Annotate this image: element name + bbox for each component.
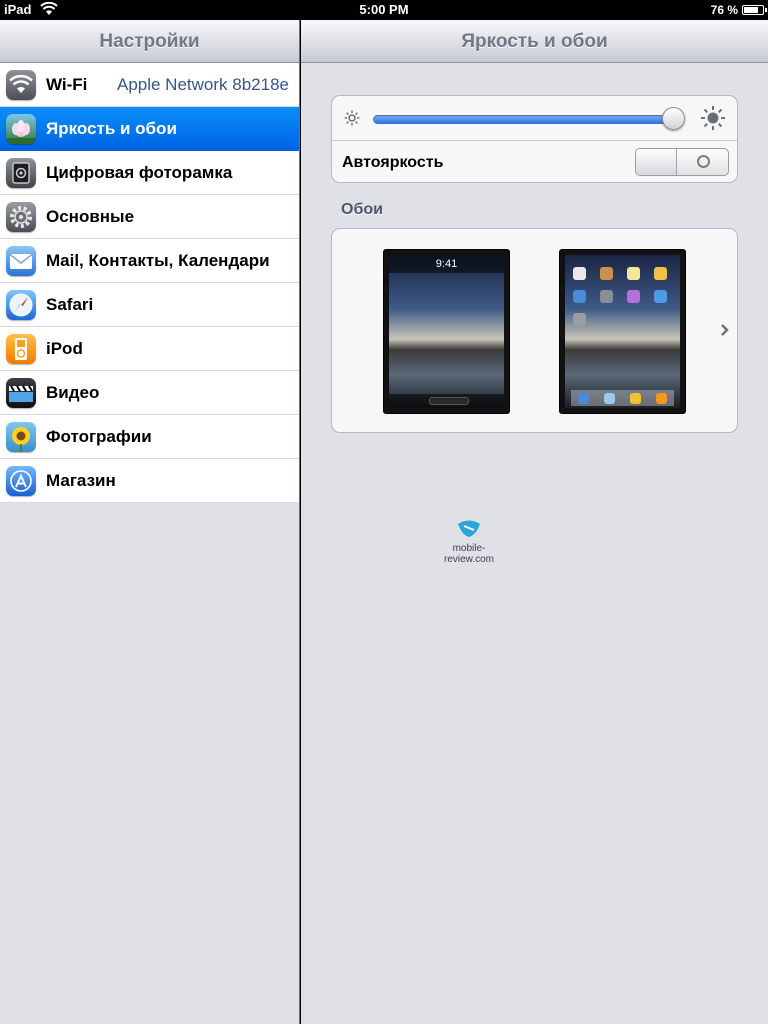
settings-menu: Wi-Fi Apple Network 8b218e Яркость и обо… (0, 63, 299, 503)
sun-small-icon (344, 110, 360, 126)
sidebar-item-picture-frame[interactable]: Цифровая фоторамка (0, 151, 299, 195)
sidebar-item-safari[interactable]: Safari (0, 283, 299, 327)
sidebar-item-label: iPod (46, 338, 83, 358)
wifi-icon (6, 69, 36, 100)
battery-percent: 76 % (710, 3, 738, 17)
safari-compass-icon (6, 289, 36, 320)
photos-dock-icon (629, 392, 641, 404)
sidebar-item-wifi[interactable]: Wi-Fi Apple Network 8b218e (0, 63, 299, 107)
home-screen-app-grid (573, 267, 667, 326)
contacts-app-icon (600, 267, 613, 280)
youtube-app-icon (600, 290, 613, 303)
sidebar-item-label: Фотографии (46, 426, 152, 446)
home-screen-wallpaper (565, 255, 680, 408)
sidebar-item-photos[interactable]: Фотографии (0, 415, 299, 459)
sidebar-item-general[interactable]: Основные (0, 195, 299, 239)
lock-screen-preview[interactable]: 9:41 (383, 249, 510, 414)
home-screen-dock (571, 390, 674, 406)
mail-dock-icon (604, 392, 616, 404)
toggle-knob (636, 149, 677, 175)
sidebar-item-label: Mail, Контакты, Календари (46, 250, 270, 270)
itunes-app-icon (627, 290, 640, 303)
lock-screen-slider-bar (389, 394, 504, 408)
settings-app-icon (573, 313, 586, 326)
home-screen-preview[interactable] (559, 249, 686, 414)
picture-frame-icon (6, 157, 36, 188)
app-store-icon (6, 465, 36, 496)
brightness-wallpaper-icon (6, 113, 36, 144)
sidebar-item-label: Wi-Fi (46, 74, 88, 94)
gear-icon (6, 201, 36, 232)
toggle-off-icon (697, 155, 710, 168)
app-store-app-icon (654, 290, 667, 303)
sidebar-item-label: Видео (46, 382, 100, 402)
sidebar-item-video[interactable]: Видео (0, 371, 299, 415)
auto-brightness-label: Автояркость (342, 154, 444, 171)
ipod-dock-icon (655, 392, 667, 404)
detail-title: Яркость и обои (301, 20, 768, 63)
sidebar-item-label: Safari (46, 294, 94, 314)
sun-large-icon (701, 106, 725, 130)
sidebar-item-ipod[interactable]: iPod (0, 327, 299, 371)
safari-dock-icon (578, 392, 590, 404)
sidebar-item-mail[interactable]: Mail, Контакты, Календари (0, 239, 299, 283)
brightness-group: Автояркость (331, 95, 738, 183)
sidebar-item-label: Цифровая фоторамка (46, 162, 233, 182)
mobile-review-logo-icon (458, 520, 480, 537)
sidebar-item-label: Основные (46, 206, 135, 226)
auto-brightness-toggle[interactable] (635, 148, 729, 176)
wallpaper-section-title: Обои (341, 201, 383, 218)
battery-fill (744, 7, 758, 13)
brightness-row (332, 96, 737, 140)
unlock-slider-icon (429, 397, 469, 405)
auto-brightness-row: Автояркость (332, 140, 737, 184)
videos-app-icon (573, 290, 586, 303)
notes-app-icon (627, 267, 640, 280)
mail-icon (6, 245, 36, 276)
detail-pane: Яркость и обои Автояркость Обои 9:41 mob… (301, 20, 768, 1024)
sidebar-item-label: Яркость и обои (46, 118, 177, 138)
status-time: 5:00 PM (359, 2, 409, 17)
lock-screen-wallpaper: 9:41 (389, 255, 504, 408)
status-bar: iPad 5:00 PM 76 % (0, 0, 768, 20)
sidebar-item-label: Магазин (46, 470, 116, 490)
maps-app-icon (654, 267, 667, 280)
brightness-slider-thumb[interactable] (662, 107, 685, 130)
sunflower-icon (6, 421, 36, 452)
sidebar-item-store[interactable]: Магазин (0, 459, 299, 503)
ipod-icon (6, 333, 36, 364)
wifi-network-name: Apple Network 8b218e (116, 74, 289, 94)
wallpaper-group[interactable]: 9:41 (331, 228, 738, 433)
sidebar-item-brightness-wallpaper[interactable]: Яркость и обои (0, 107, 299, 151)
battery-icon (742, 5, 767, 15)
watermark-text: mobile-review.com (443, 543, 494, 565)
brightness-slider-track[interactable] (373, 115, 679, 124)
calendar-app-icon (573, 267, 586, 280)
video-clapper-icon (6, 377, 36, 408)
watermark: mobile-review.com (429, 518, 509, 565)
chevron-right-icon[interactable] (719, 323, 731, 337)
sidebar-title: Настройки (0, 20, 299, 63)
settings-sidebar: Настройки Wi-Fi Apple Network 8b218e Ярк… (0, 20, 300, 1024)
lock-screen-clock: 9:41 (389, 255, 504, 273)
